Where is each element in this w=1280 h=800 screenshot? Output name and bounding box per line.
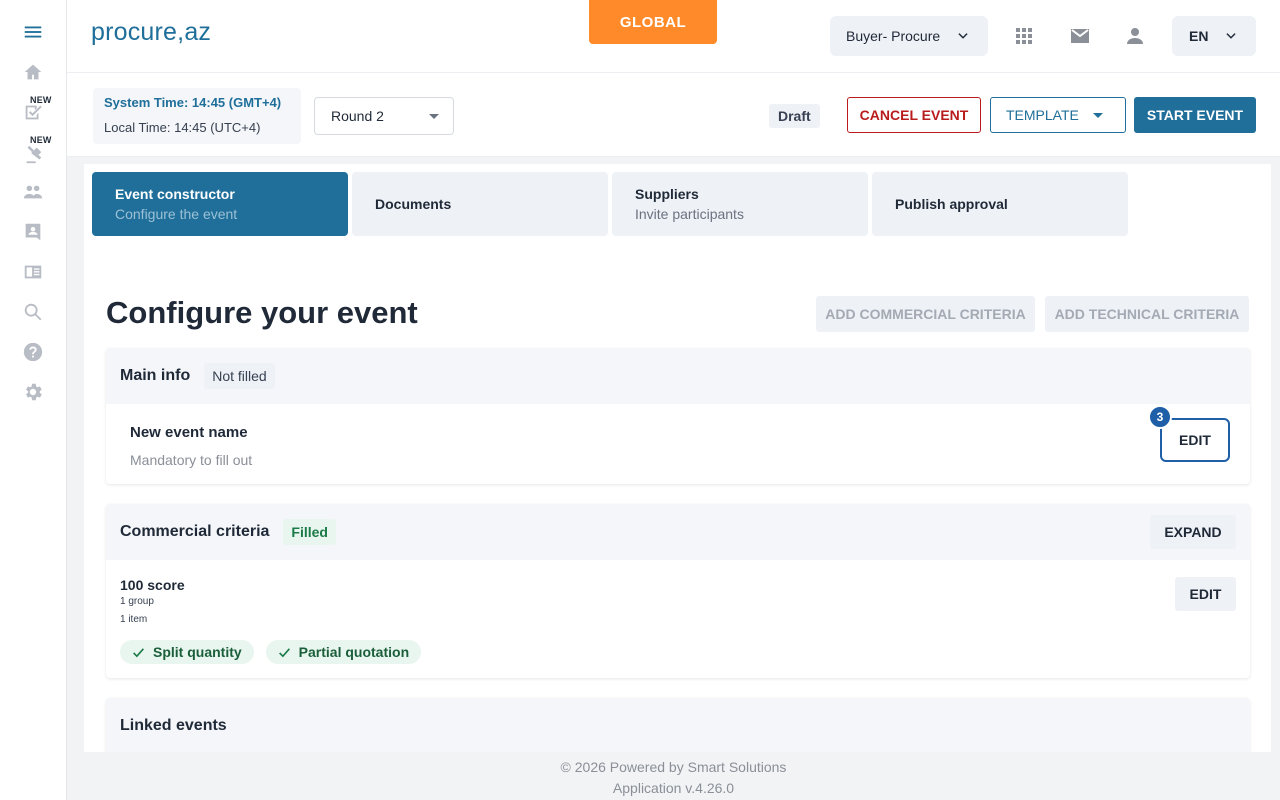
new-badge: NEW [30, 95, 52, 105]
step-documents[interactable]: Documents [352, 172, 608, 236]
step-subtitle: Invite participants [635, 206, 744, 222]
card-header: Main info Not filled [106, 348, 1250, 404]
footer: © 2026 Powered by Smart Solutions Applic… [67, 752, 1280, 800]
edit-commercial-button[interactable]: EDIT [1175, 577, 1236, 611]
add-commercial-criteria-button[interactable]: ADD COMMERCIAL CRITERIA [816, 296, 1035, 332]
add-technical-criteria-button[interactable]: ADD TECHNICAL CRITERIA [1045, 296, 1249, 332]
global-button[interactable]: GLOBAL [589, 0, 717, 44]
logo-text: procure [91, 18, 178, 46]
logo-text-suffix: az [184, 18, 212, 46]
check-icon [278, 647, 290, 657]
score-label: 100 score [120, 577, 185, 593]
status-badge: Not filled [204, 363, 275, 389]
mandatory-hint: Mandatory to fill out [130, 452, 253, 468]
search-icon[interactable] [21, 300, 45, 324]
step-title: Event constructor [115, 186, 235, 202]
time-display: System Time: 14:45 (GMT+4) Local Time: 1… [93, 88, 301, 144]
language-label: EN [1189, 28, 1209, 44]
start-event-button[interactable]: START EVENT [1134, 97, 1256, 133]
page-title: Configure your event [106, 295, 418, 330]
card-header: Commercial criteria Filled [106, 504, 1250, 560]
cancel-event-button[interactable]: CANCEL EVENT [847, 97, 981, 133]
caret-down-icon [1093, 113, 1103, 118]
round-label: Round 2 [331, 108, 384, 124]
local-time: Local Time: 14:45 (UTC+4) [104, 120, 261, 135]
template-dropdown-button[interactable]: TEMPLATE [990, 97, 1126, 133]
chip-label: Split quantity [153, 644, 242, 660]
system-time: System Time: 14:45 (GMT+4) [104, 95, 282, 110]
user-icon[interactable] [1123, 24, 1147, 48]
round-select[interactable]: Round 2 [314, 97, 454, 135]
help-icon[interactable] [21, 340, 45, 364]
mail-icon[interactable] [1068, 24, 1092, 48]
step-event-constructor[interactable]: Event constructor Configure the event [92, 172, 348, 236]
language-select[interactable]: EN [1172, 16, 1256, 56]
step-publish-approval[interactable]: Publish approval [872, 172, 1128, 236]
settings-gear-icon[interactable] [21, 380, 45, 404]
card-title: Commercial criteria [120, 523, 270, 540]
event-name: New event name [130, 424, 248, 441]
step-suppliers[interactable]: Suppliers Invite participants [612, 172, 868, 236]
apps-grid-icon[interactable] [1012, 24, 1036, 48]
expand-button[interactable]: EXPAND [1150, 515, 1236, 549]
option-chips: Split quantity Partial quotation [120, 640, 422, 664]
chip-label: Partial quotation [298, 644, 410, 660]
menu-icon[interactable] [21, 20, 45, 44]
stepper: Event constructor Configure the event Do… [92, 172, 1128, 236]
event-toolbar: System Time: 14:45 (GMT+4) Local Time: 1… [67, 73, 1280, 157]
new-badge: NEW [30, 135, 52, 145]
people-icon[interactable] [21, 180, 45, 204]
status-badge: Draft [769, 104, 820, 128]
chip-split-quantity: Split quantity [120, 640, 254, 664]
top-header: procure,az GLOBAL Buyer- Procure EN [67, 0, 1280, 73]
buyer-account-select[interactable]: Buyer- Procure [830, 16, 988, 56]
procure-logo[interactable]: procure,az [91, 18, 211, 47]
version-text: Application v.4.26.0 [612, 780, 735, 796]
contact-card-icon[interactable] [21, 220, 45, 244]
card-header: Linked events [106, 698, 1250, 752]
linked-events-card: Linked events [106, 698, 1250, 752]
main-content: Event constructor Configure the event Do… [84, 164, 1271, 752]
main-info-card: Main info Not filled New event name Mand… [106, 348, 1250, 484]
card-title: Linked events [120, 717, 227, 734]
check-icon [133, 647, 144, 657]
chevron-down-icon [958, 33, 968, 39]
step-subtitle: Configure the event [115, 206, 238, 222]
caret-down-icon [429, 114, 439, 119]
buyer-account-label: Buyer- Procure [846, 28, 941, 44]
chip-partial-quotation: Partial quotation [265, 640, 422, 664]
step-title: Publish approval [895, 196, 1008, 212]
step-number-badge: 3 [1148, 405, 1172, 429]
auction-gavel-icon[interactable] [21, 142, 45, 166]
commercial-criteria-card: Commercial criteria Filled EXPAND 100 sc… [106, 504, 1250, 678]
chevron-down-icon [1226, 33, 1236, 39]
item-count: 1 item [120, 614, 148, 625]
home-icon[interactable] [21, 60, 45, 84]
status-badge: Filled [283, 519, 336, 545]
sidebar-rail: NEW NEW [0, 0, 67, 800]
catalog-icon[interactable] [21, 260, 45, 284]
template-label: TEMPLATE [1006, 107, 1079, 123]
step-title: Documents [375, 196, 452, 212]
step-title: Suppliers [635, 186, 699, 202]
edit-main-info-button[interactable]: EDIT [1160, 418, 1230, 462]
group-count: 1 group [120, 596, 154, 607]
card-title: Main info [120, 367, 191, 384]
copyright-text: © 2026 Powered by Smart Solutions [560, 759, 787, 775]
